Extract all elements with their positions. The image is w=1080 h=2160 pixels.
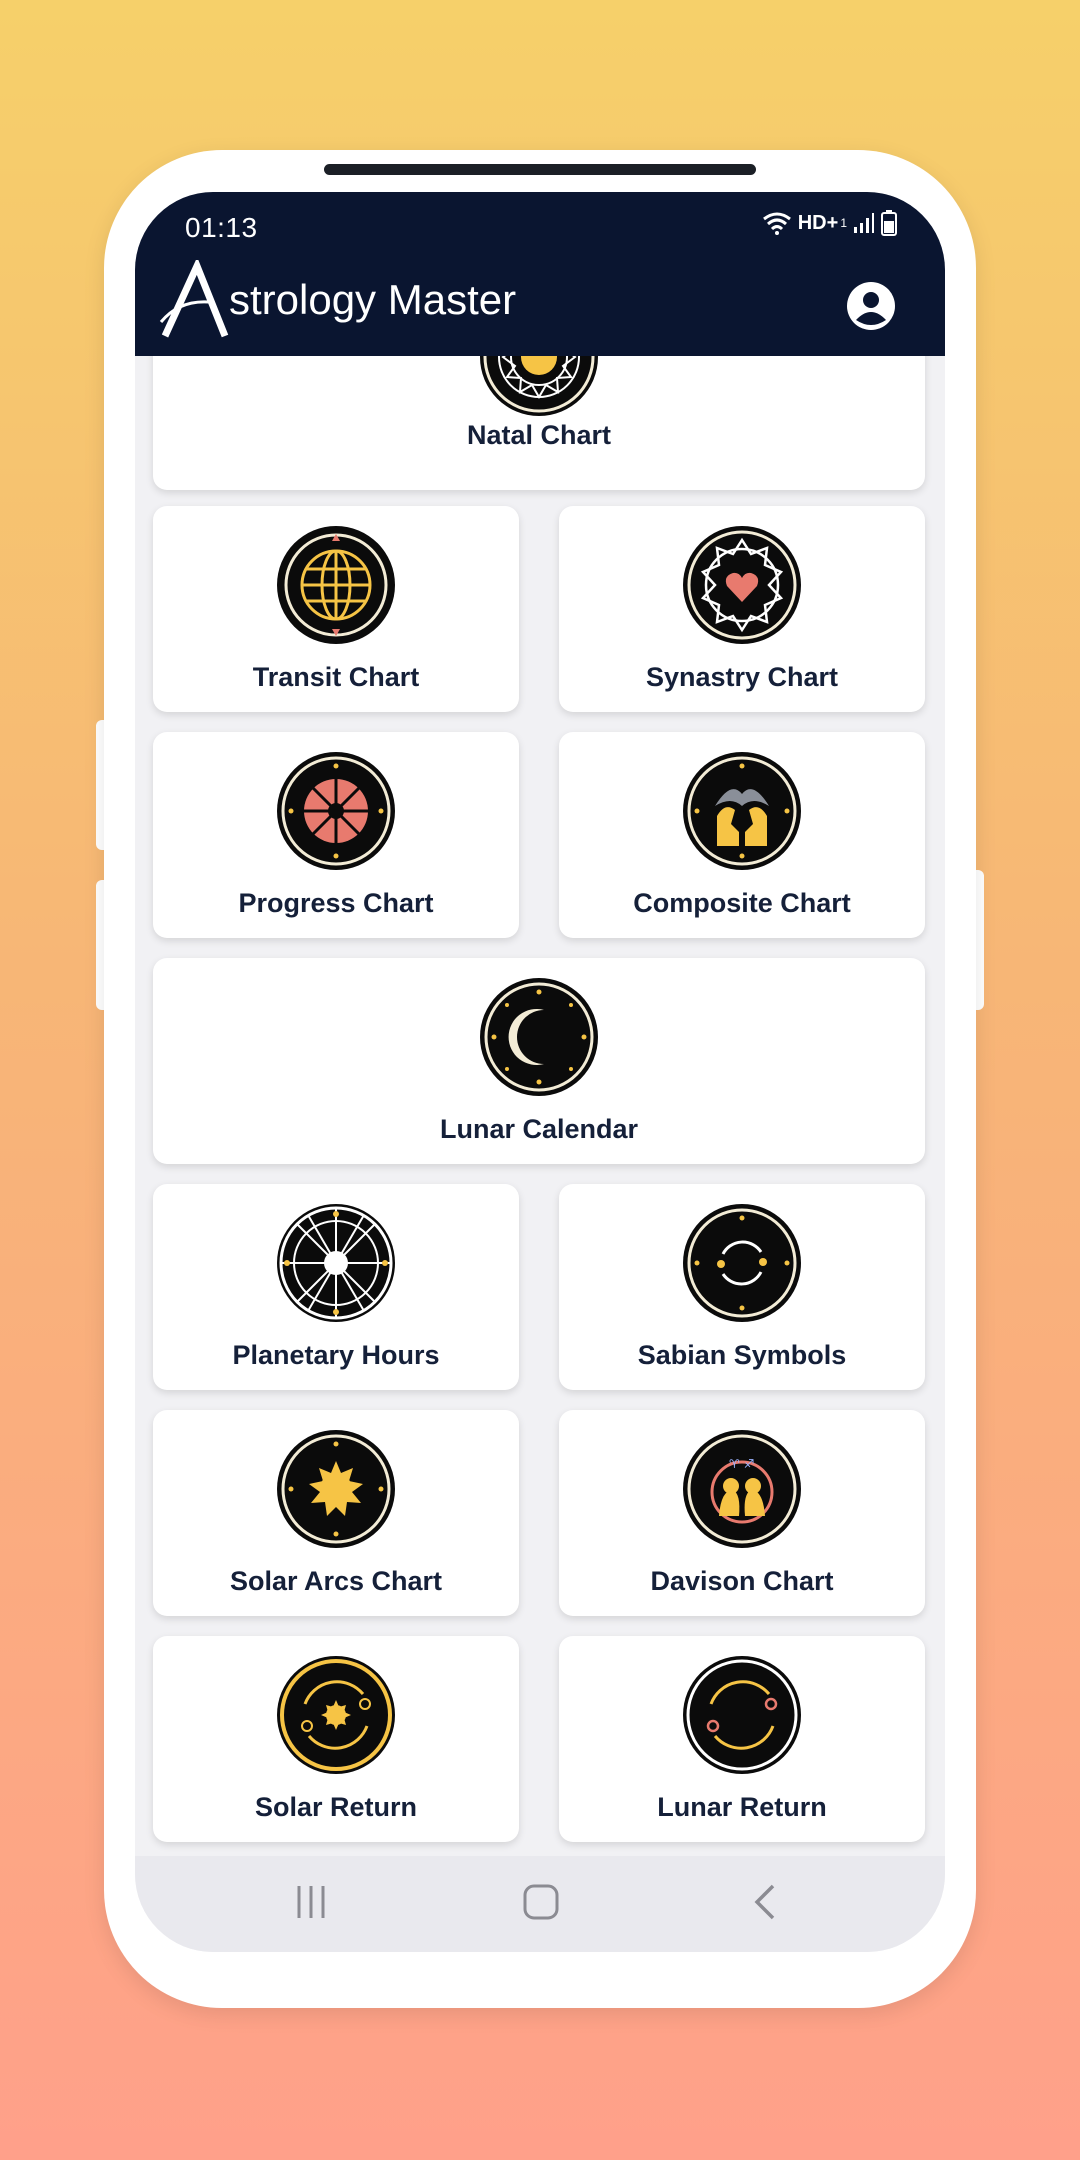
solar-return-label: Solar Return bbox=[254, 1792, 418, 1822]
lunar-return-icon bbox=[683, 1656, 801, 1774]
progress-chart-label: Progress Chart bbox=[238, 888, 434, 918]
solar-return-icon bbox=[277, 1656, 395, 1774]
battery-icon bbox=[881, 210, 897, 236]
chart-menu-grid: Natal Chart Transit Chart Synastry Chart… bbox=[135, 356, 945, 1856]
davison-chart-label: Davison Chart bbox=[650, 1566, 834, 1596]
status-bar: 01:13 HD+ 1 bbox=[135, 192, 945, 252]
composite-chart-label: Composite Chart bbox=[633, 888, 851, 918]
phone-speaker bbox=[324, 164, 756, 175]
sabian-symbols-icon bbox=[683, 1204, 801, 1322]
status-icons: HD+ 1 bbox=[762, 210, 897, 236]
natal-chart-label: Natal Chart bbox=[466, 420, 612, 450]
sabian-symbols-card[interactable]: Sabian Symbols bbox=[559, 1184, 925, 1390]
network-type-label: HD+ bbox=[797, 211, 839, 234]
composite-chart-card[interactable]: Composite Chart bbox=[559, 732, 925, 938]
app-logo-icon bbox=[159, 260, 229, 338]
home-icon[interactable] bbox=[521, 1882, 561, 1922]
network-sub-label: 1 bbox=[840, 216, 847, 230]
solar-return-card[interactable]: Solar Return bbox=[153, 1636, 519, 1842]
wifi-icon bbox=[762, 212, 791, 235]
progress-chart-card[interactable]: Progress Chart bbox=[153, 732, 519, 938]
app-title: strology Master bbox=[229, 276, 517, 323]
transit-chart-label: Transit Chart bbox=[252, 662, 420, 692]
signal-icon bbox=[854, 213, 874, 233]
phone-screen: 01:13 HD+ 1 strology Master Natal Chart … bbox=[135, 192, 945, 1952]
svg-text:♈ ♐: ♈ ♐ bbox=[729, 1457, 754, 1471]
account-circle-icon[interactable] bbox=[845, 280, 897, 332]
lunar-return-label: Lunar Return bbox=[657, 1792, 827, 1822]
system-nav-bar bbox=[135, 1856, 945, 1952]
progress-chart-icon bbox=[277, 752, 395, 870]
sabian-symbols-label: Sabian Symbols bbox=[637, 1340, 847, 1370]
davison-chart-icon: ♈ ♐ bbox=[683, 1430, 801, 1548]
planetary-hours-label: Planetary Hours bbox=[232, 1340, 440, 1370]
planetary-hours-icon bbox=[277, 1204, 395, 1322]
back-icon[interactable] bbox=[749, 1882, 779, 1922]
transit-chart-card[interactable]: Transit Chart bbox=[153, 506, 519, 712]
recent-apps-icon[interactable] bbox=[295, 1882, 329, 1922]
lunar-return-card[interactable]: Lunar Return bbox=[559, 1636, 925, 1842]
lunar-calendar-card[interactable]: Lunar Calendar bbox=[153, 958, 925, 1164]
natal-chart-card[interactable]: Natal Chart bbox=[153, 356, 925, 490]
status-time: 01:13 bbox=[185, 212, 258, 243]
solar-arcs-chart-icon bbox=[277, 1430, 395, 1548]
davison-chart-card[interactable]: ♈ ♐ Davison Chart bbox=[559, 1410, 925, 1616]
phone-frame: 01:13 HD+ 1 strology Master Natal Chart … bbox=[104, 150, 976, 2008]
synastry-chart-label: Synastry Chart bbox=[645, 662, 839, 692]
lunar-calendar-icon bbox=[480, 978, 598, 1096]
natal-chart-icon bbox=[480, 356, 598, 416]
planetary-hours-card[interactable]: Planetary Hours bbox=[153, 1184, 519, 1390]
app-bar: strology Master bbox=[135, 252, 945, 356]
transit-chart-icon bbox=[277, 526, 395, 644]
composite-chart-icon bbox=[683, 752, 801, 870]
lunar-calendar-label: Lunar Calendar bbox=[439, 1114, 639, 1144]
solar-arcs-chart-label: Solar Arcs Chart bbox=[229, 1566, 443, 1596]
solar-arcs-chart-card[interactable]: Solar Arcs Chart bbox=[153, 1410, 519, 1616]
synastry-chart-icon bbox=[683, 526, 801, 644]
synastry-chart-card[interactable]: Synastry Chart bbox=[559, 506, 925, 712]
